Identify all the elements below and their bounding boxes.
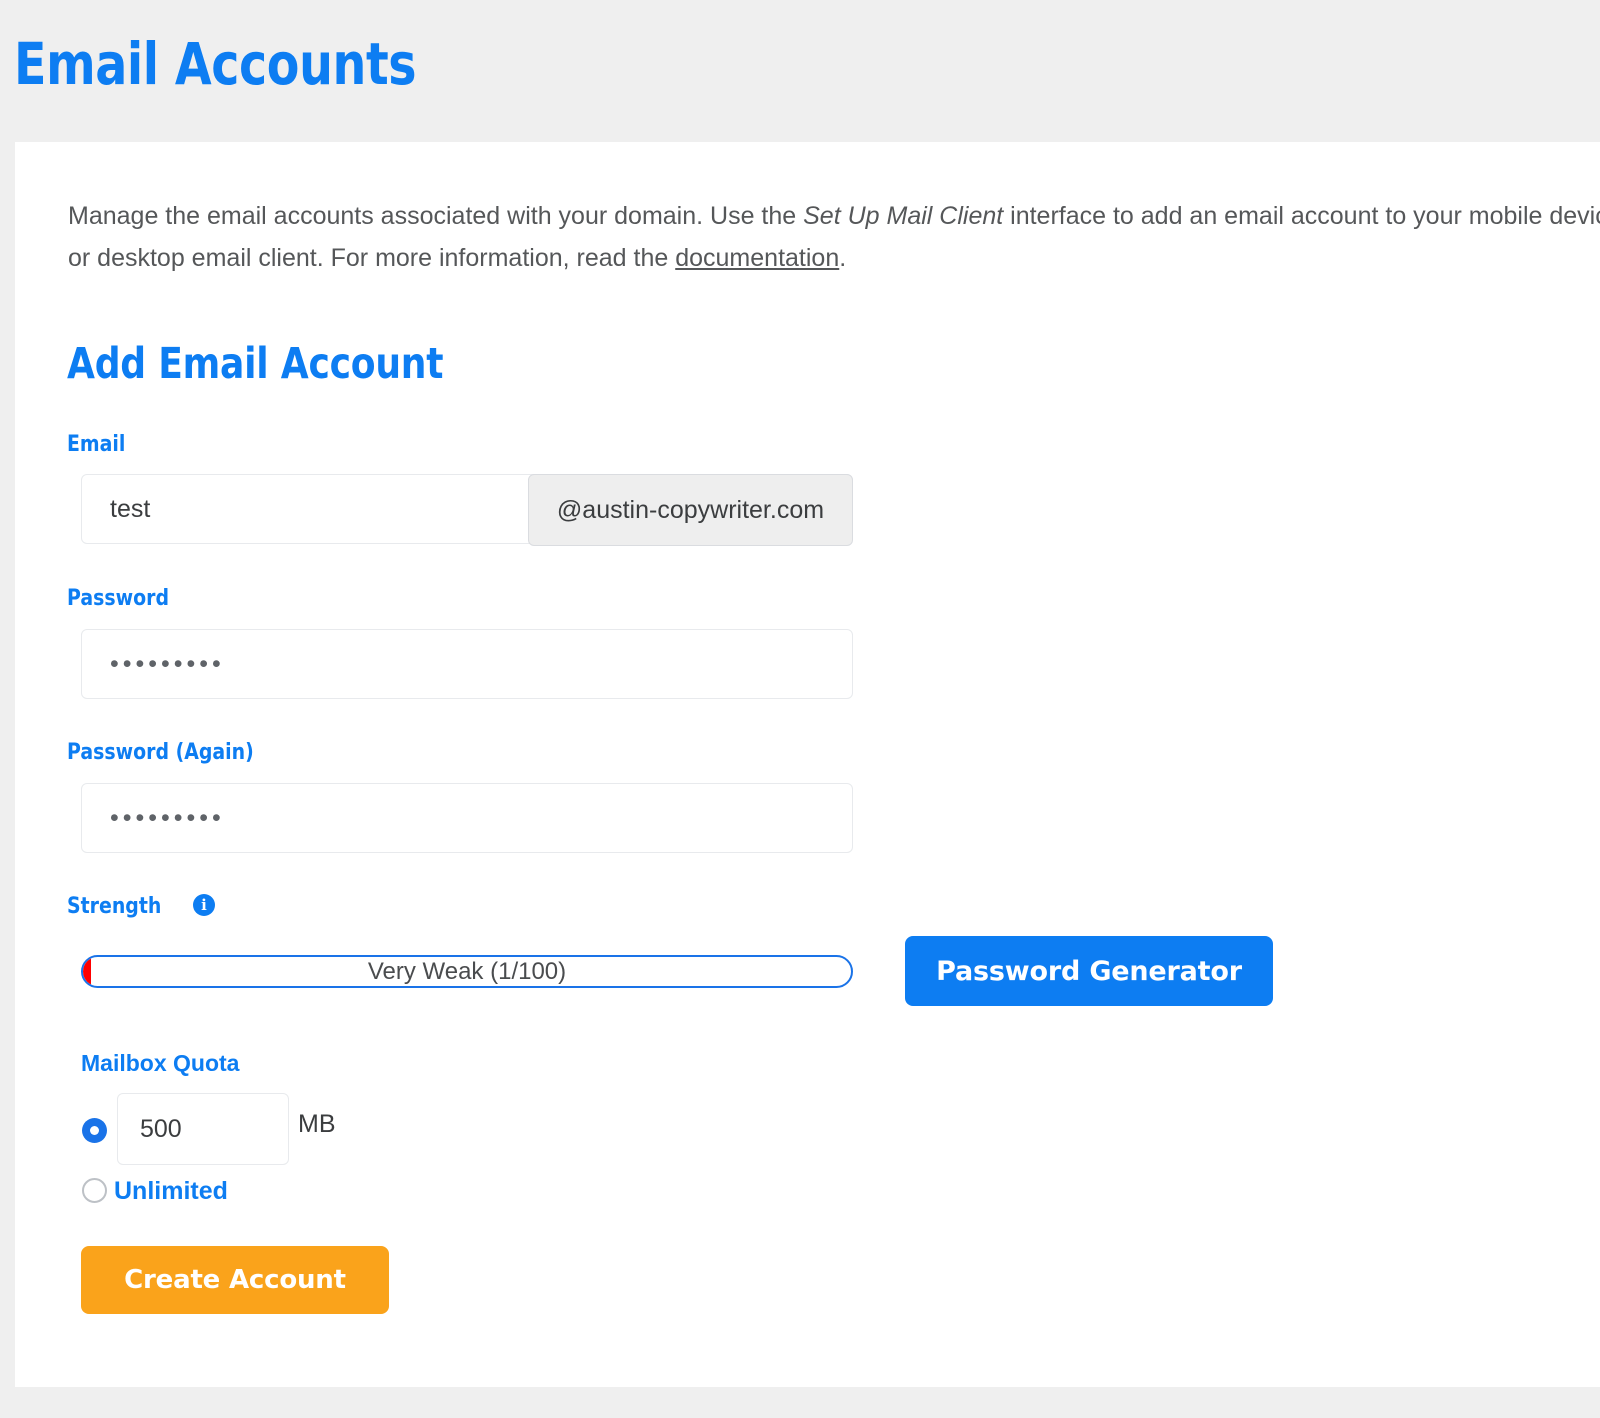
- description-part-1: Manage the email accounts associated wit…: [68, 202, 804, 230]
- strength-text: Very Weak (1/100): [367, 957, 567, 985]
- email-accounts-page: Email Accounts Manage the email accounts…: [0, 0, 1600, 1418]
- strength-fill-bar: [83, 957, 91, 986]
- quota-unlimited-label[interactable]: Unlimited: [114, 1177, 228, 1206]
- email-label: Email: [67, 432, 126, 457]
- content-card: Manage the email accounts associated wit…: [15, 142, 1600, 1387]
- page-description: Manage the email accounts associated wit…: [68, 195, 1600, 279]
- description-emphasis: Set Up Mail Client: [803, 202, 1004, 230]
- strength-label: Strength: [67, 894, 162, 919]
- password-again-input[interactable]: •••••••••: [81, 783, 853, 853]
- password-value: •••••••••: [110, 649, 225, 678]
- quota-value-input[interactable]: [117, 1093, 289, 1165]
- password-again-value: •••••••••: [110, 803, 225, 832]
- password-label: Password: [67, 586, 170, 611]
- description-part-3: .: [839, 244, 847, 272]
- password-generator-button[interactable]: Password Generator: [905, 936, 1273, 1006]
- quota-unit-label: MB: [298, 1110, 336, 1138]
- info-icon[interactable]: i: [193, 894, 215, 916]
- page-title: Email Accounts: [14, 30, 417, 98]
- add-email-account-heading: Add Email Account: [67, 339, 444, 389]
- documentation-link[interactable]: documentation: [675, 244, 839, 272]
- quota-fixed-radio[interactable]: [82, 1118, 107, 1143]
- password-again-label: Password (Again): [67, 740, 254, 765]
- password-input[interactable]: •••••••••: [81, 629, 853, 699]
- create-account-button[interactable]: Create Account: [81, 1246, 389, 1314]
- page-header: Email Accounts: [0, 0, 1600, 142]
- quota-unlimited-radio[interactable]: [82, 1178, 107, 1203]
- email-domain-addon: @austin-copywriter.com: [528, 474, 853, 546]
- password-strength-meter: Very Weak (1/100): [81, 955, 853, 988]
- mailbox-quota-label: Mailbox Quota: [81, 1050, 240, 1076]
